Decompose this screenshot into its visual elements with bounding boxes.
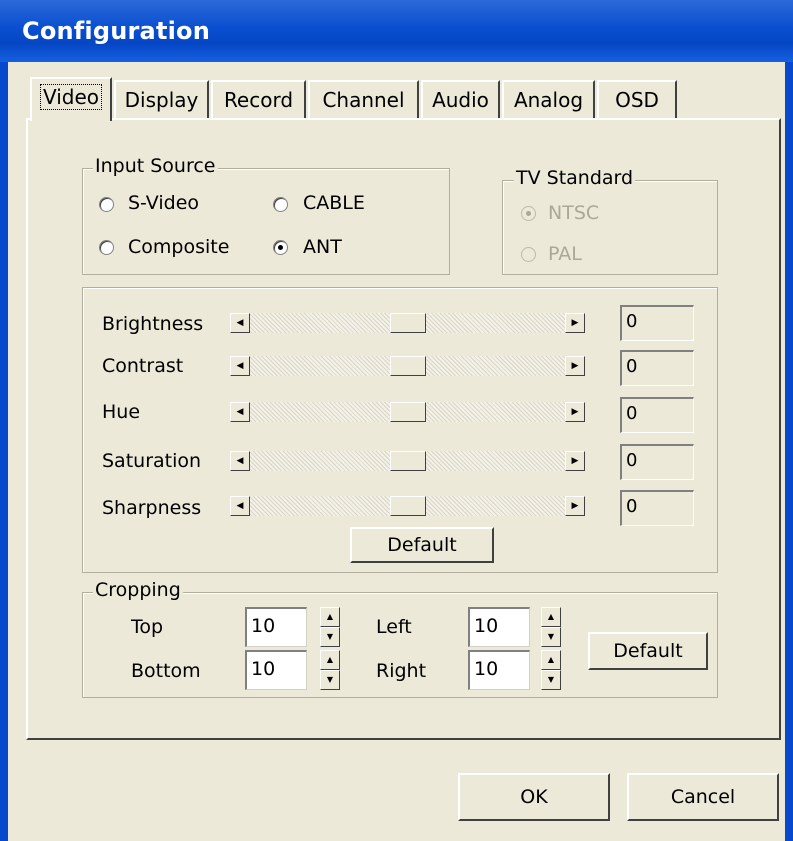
contrast-label: Contrast bbox=[102, 355, 184, 377]
spin-down-icon[interactable]: ▼ bbox=[541, 627, 561, 647]
left-spinner[interactable]: ▲ ▼ bbox=[541, 607, 561, 647]
window-title: Configuration bbox=[22, 17, 211, 45]
radio-ntsc bbox=[521, 206, 536, 221]
cropping-default-button[interactable]: Default bbox=[588, 632, 708, 670]
sharpness-label: Sharpness bbox=[102, 497, 202, 519]
radio-ant[interactable] bbox=[273, 240, 288, 255]
arrow-left-icon[interactable]: ◀ bbox=[230, 496, 250, 516]
saturation-slider[interactable]: ◀ ▶ bbox=[230, 451, 585, 471]
hue-value: 0 bbox=[620, 397, 694, 433]
spin-up-icon[interactable]: ▲ bbox=[541, 650, 561, 670]
top-input[interactable]: 10 bbox=[245, 607, 307, 647]
window-frame-right bbox=[785, 62, 793, 841]
arrow-left-icon[interactable]: ◀ bbox=[230, 451, 250, 471]
brightness-label: Brightness bbox=[102, 313, 204, 335]
input-source-legend: Input Source bbox=[93, 155, 218, 177]
radio-composite-label: Composite bbox=[128, 236, 230, 258]
arrow-right-icon[interactable]: ▶ bbox=[565, 402, 585, 422]
arrow-right-icon[interactable]: ▶ bbox=[565, 496, 585, 516]
radio-ant-label: ANT bbox=[303, 236, 342, 258]
tv-standard-group bbox=[502, 180, 718, 275]
top-label: Top bbox=[131, 616, 164, 638]
radio-svideo[interactable] bbox=[99, 197, 114, 212]
tab-video[interactable]: Video bbox=[30, 77, 112, 121]
ok-button[interactable]: OK bbox=[458, 773, 610, 821]
top-spinner[interactable]: ▲ ▼ bbox=[320, 607, 340, 647]
spin-up-icon[interactable]: ▲ bbox=[320, 607, 340, 627]
slider-thumb[interactable] bbox=[390, 451, 426, 471]
radio-selected-dot bbox=[278, 245, 283, 250]
sharpness-slider[interactable]: ◀ ▶ bbox=[230, 496, 585, 516]
radio-cable-label: CABLE bbox=[303, 192, 365, 214]
tab-audio[interactable]: Audio bbox=[421, 80, 500, 118]
tab-display[interactable]: Display bbox=[114, 80, 209, 118]
video-default-button[interactable]: Default bbox=[350, 527, 494, 563]
radio-composite[interactable] bbox=[99, 240, 114, 255]
slider-thumb[interactable] bbox=[390, 496, 426, 516]
arrow-right-icon[interactable]: ▶ bbox=[565, 356, 585, 376]
cropping-legend: Cropping bbox=[93, 579, 183, 601]
tab-analog[interactable]: Analog bbox=[502, 80, 595, 118]
right-label: Right bbox=[376, 660, 427, 682]
spin-down-icon[interactable]: ▼ bbox=[320, 670, 340, 690]
bottom-spinner[interactable]: ▲ ▼ bbox=[320, 650, 340, 690]
left-label: Left bbox=[376, 616, 412, 638]
contrast-slider[interactable]: ◀ ▶ bbox=[230, 356, 585, 376]
bottom-input[interactable]: 10 bbox=[245, 650, 307, 690]
slider-thumb[interactable] bbox=[390, 313, 426, 333]
right-spinner[interactable]: ▲ ▼ bbox=[541, 650, 561, 690]
configuration-window: Configuration Video Display Record Chann… bbox=[0, 0, 793, 841]
left-input[interactable]: 10 bbox=[468, 607, 530, 647]
tab-record[interactable]: Record bbox=[211, 80, 306, 118]
tab-osd[interactable]: OSD bbox=[597, 80, 677, 118]
right-input[interactable]: 10 bbox=[468, 650, 530, 690]
tv-standard-legend: TV Standard bbox=[514, 167, 636, 189]
radio-ntsc-label: NTSC bbox=[548, 202, 600, 224]
radio-pal-label: PAL bbox=[548, 243, 582, 265]
saturation-value: 0 bbox=[620, 444, 694, 480]
tab-channel[interactable]: Channel bbox=[308, 80, 419, 118]
arrow-right-icon[interactable]: ▶ bbox=[565, 313, 585, 333]
hue-label: Hue bbox=[102, 401, 141, 423]
spin-up-icon[interactable]: ▲ bbox=[320, 650, 340, 670]
bottom-label: Bottom bbox=[131, 660, 201, 682]
slider-thumb[interactable] bbox=[390, 402, 426, 422]
hue-slider[interactable]: ◀ ▶ bbox=[230, 402, 585, 422]
contrast-value: 0 bbox=[620, 350, 694, 386]
arrow-left-icon[interactable]: ◀ bbox=[230, 402, 250, 422]
slider-thumb[interactable] bbox=[390, 356, 426, 376]
arrow-left-icon[interactable]: ◀ bbox=[230, 356, 250, 376]
cancel-button[interactable]: Cancel bbox=[627, 773, 779, 821]
arrow-right-icon[interactable]: ▶ bbox=[565, 451, 585, 471]
spin-down-icon[interactable]: ▼ bbox=[541, 670, 561, 690]
sharpness-value: 0 bbox=[620, 490, 694, 526]
radio-selected-dot bbox=[526, 211, 531, 216]
brightness-slider[interactable]: ◀ ▶ bbox=[230, 313, 585, 333]
arrow-left-icon[interactable]: ◀ bbox=[230, 313, 250, 333]
title-bar[interactable]: Configuration bbox=[0, 0, 793, 62]
spin-up-icon[interactable]: ▲ bbox=[541, 607, 561, 627]
radio-cable[interactable] bbox=[273, 197, 288, 212]
spin-down-icon[interactable]: ▼ bbox=[320, 627, 340, 647]
input-source-group bbox=[82, 168, 450, 275]
window-frame-left bbox=[0, 62, 8, 841]
brightness-value: 0 bbox=[620, 305, 694, 341]
radio-svideo-label: S-Video bbox=[128, 192, 200, 214]
saturation-label: Saturation bbox=[102, 450, 202, 472]
radio-pal bbox=[521, 247, 536, 262]
